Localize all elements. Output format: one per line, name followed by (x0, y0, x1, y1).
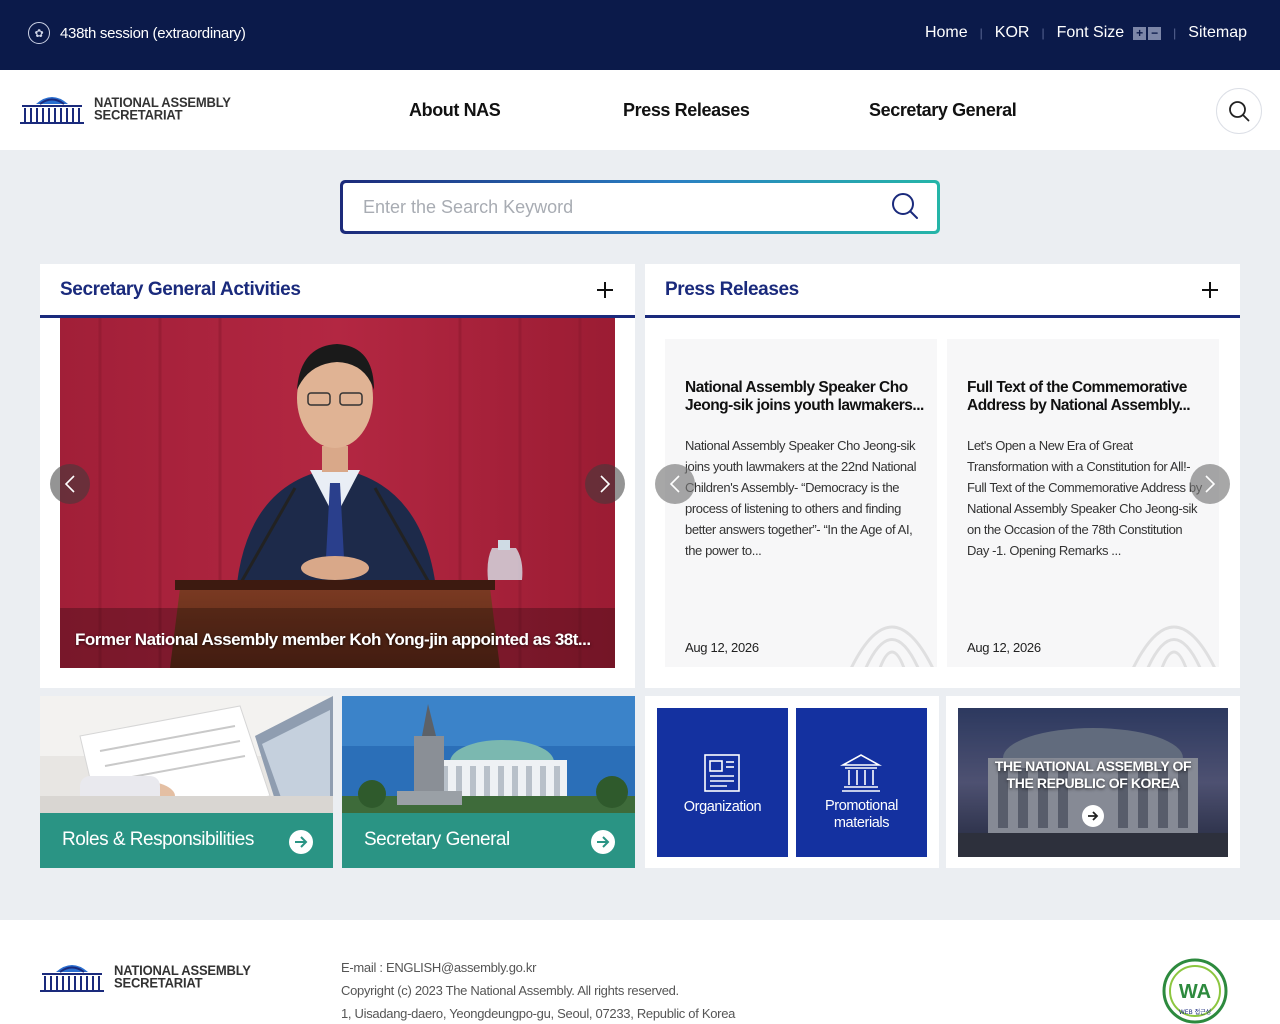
font-size-label: Font Size (1056, 24, 1125, 41)
photo-caption[interactable]: Former National Assembly member Koh Yong… (75, 630, 615, 650)
divider: | (1041, 26, 1045, 40)
tile-caption-bar: Secretary General (342, 813, 635, 868)
footer-info: E-mail : ENGLISH@assembly.go.kr Copyrigh… (341, 956, 735, 1024)
activity-photo[interactable]: Former National Assembly member Koh Yong… (60, 318, 615, 668)
font-decrease-button[interactable]: − (1148, 26, 1162, 40)
quick-link-label: Promotional materials (825, 798, 898, 831)
press-releases-panel: Press Releases National Assembly Speaker… (645, 264, 1240, 688)
panel-header: Press Releases (645, 264, 1240, 318)
footer-email: E-mail : ENGLISH@assembly.go.kr (341, 960, 537, 975)
speaker-photo-illustration (60, 318, 615, 668)
panel-title: Secretary General Activities (60, 279, 301, 300)
search-input[interactable] (363, 193, 863, 221)
keyword-search (340, 180, 940, 234)
panel-header: Secretary General Activities (40, 264, 635, 318)
tile-caption-bar: Roles & Responsibilities (40, 813, 333, 868)
press-prev-button[interactable] (655, 464, 695, 504)
roles-responsibilities-tile[interactable]: Roles & Responsibilities (40, 696, 333, 868)
header-search-button[interactable] (1216, 88, 1262, 134)
organization-document-icon (704, 754, 740, 792)
press-card-title[interactable]: National Assembly Speaker Cho Jeong-sik … (685, 379, 925, 415)
flower-watermark-icon (850, 625, 934, 667)
footer-logo: NATIONAL ASSEMBLY SECRETARIAT (40, 960, 251, 994)
divider: | (1173, 26, 1177, 40)
photo-prev-button[interactable] (50, 464, 90, 504)
panel-title: Press Releases (665, 279, 799, 300)
logo-wordmark: NATIONAL ASSEMBLY SECRETARIAT (114, 962, 251, 991)
tile-label: Secretary General (364, 829, 510, 850)
wa-caption: WEB 접근성 (1179, 1008, 1211, 1016)
nav-press-releases[interactable]: Press Releases (623, 100, 750, 121)
more-plus-icon[interactable] (1200, 280, 1220, 300)
national-assembly-banner-wrap: THE NATIONAL ASSEMBLY OF THE REPUBLIC OF… (946, 696, 1240, 868)
chevron-right-icon (1205, 475, 1216, 493)
flower-watermark-icon (1132, 625, 1216, 667)
national-assembly-banner[interactable]: THE NATIONAL ASSEMBLY OF THE REPUBLIC OF… (958, 708, 1228, 857)
promotional-materials-link[interactable]: Promotional materials (796, 708, 927, 857)
home-link[interactable]: Home (925, 24, 968, 42)
top-bar: ✿ 438th session (extraordinary) Home | K… (0, 0, 1280, 70)
more-plus-icon[interactable] (595, 280, 615, 300)
utility-links: Home | KOR | Font Size + − | Sitemap (925, 24, 1247, 42)
divider: | (979, 26, 983, 40)
font-increase-button[interactable]: + (1133, 26, 1147, 40)
assembly-building-icon (40, 965, 104, 992)
building-columns-icon (840, 754, 882, 792)
footer-address: 1, Uisadang-daero, Yeongdeungpo-gu, Seou… (341, 1006, 736, 1021)
press-card[interactable]: National Assembly Speaker Cho Jeong-sik … (665, 339, 937, 667)
chevron-left-icon (669, 475, 680, 493)
session-indicator: ✿ 438th session (extraordinary) (28, 22, 246, 44)
session-label: 438th session (extraordinary) (60, 24, 246, 42)
organization-link[interactable]: Organization (657, 708, 788, 857)
search-icon[interactable] (891, 192, 919, 220)
footer-copyright: Copyright (c) 2023 The National Assembly… (341, 983, 679, 998)
arrow-right-circle-icon (591, 830, 615, 854)
press-next-button[interactable] (1190, 464, 1230, 504)
nav-secretary-general[interactable]: Secretary General (869, 100, 1017, 121)
search-icon (1229, 101, 1250, 122)
assembly-building-icon (20, 97, 84, 124)
chevron-right-icon (600, 475, 611, 493)
quick-links: Organization Promotional materials (645, 696, 939, 868)
press-card-date: Aug 12, 2026 (685, 640, 759, 655)
press-card-title[interactable]: Full Text of the Commemorative Address b… (967, 379, 1207, 415)
press-card-date: Aug 12, 2026 (967, 640, 1041, 655)
banner-title: THE NATIONAL ASSEMBLY OF THE REPUBLIC OF… (994, 758, 1192, 791)
arrow-right-circle-icon (1082, 805, 1104, 827)
photo-next-button[interactable] (585, 464, 625, 504)
tile-label: Roles & Responsibilities (62, 829, 254, 850)
site-footer: NATIONAL ASSEMBLY SECRETARIAT E-mail : E… (0, 920, 1280, 1024)
wa-mark-text: WA (1179, 981, 1211, 1003)
nav-about-nas[interactable]: About NAS (409, 100, 501, 121)
chevron-left-icon (64, 475, 75, 493)
arrow-right-circle-icon (289, 830, 313, 854)
press-card-summary: National Assembly Speaker Cho Jeong-sik … (685, 438, 917, 558)
press-card[interactable]: Full Text of the Commemorative Address b… (947, 339, 1219, 667)
sitemap-link[interactable]: Sitemap (1188, 24, 1247, 42)
site-logo[interactable]: NATIONAL ASSEMBLY SECRETARIAT (20, 92, 231, 126)
press-card-summary: Let's Open a New Era of Great Transforma… (967, 438, 1202, 558)
logo-wordmark: NATIONAL ASSEMBLY SECRETARIAT (94, 94, 231, 123)
quick-link-label: Organization (683, 799, 762, 815)
web-accessibility-mark-icon: WA WEB 접근성 (1162, 958, 1228, 1024)
sg-activities-panel: Secretary General Activities Former Nati… (40, 264, 635, 688)
assembly-emblem-icon: ✿ (28, 22, 50, 44)
secretary-general-tile[interactable]: Secretary General (342, 696, 635, 868)
main-header: NATIONAL ASSEMBLY SECRETARIAT About NAS … (0, 70, 1280, 150)
kor-link[interactable]: KOR (995, 24, 1030, 42)
